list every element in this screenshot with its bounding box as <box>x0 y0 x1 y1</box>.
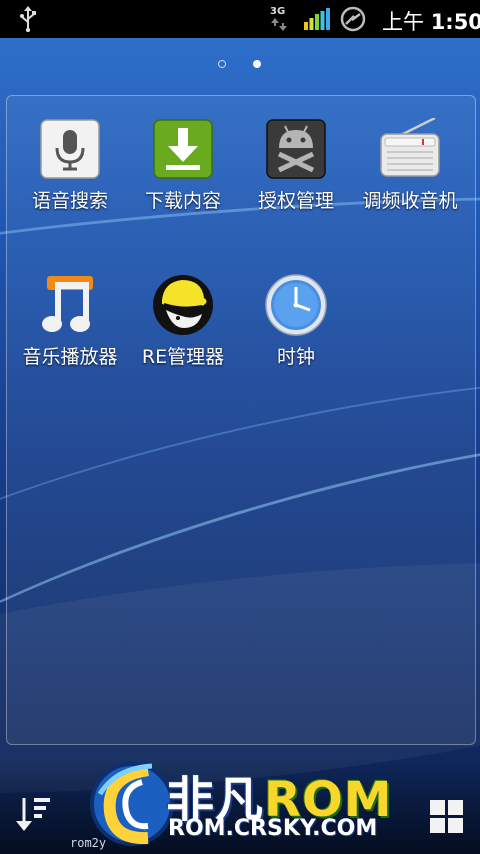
usb-icon <box>18 6 38 36</box>
sync-icon <box>340 6 366 36</box>
app-re-manager[interactable]: RE管理器 <box>125 274 241 369</box>
app-clock[interactable]: 时钟 <box>238 274 354 369</box>
page-dot[interactable] <box>218 60 226 68</box>
app-label: 语音搜索 <box>31 190 108 212</box>
watermark-url: ROM.CRSKY.COM <box>168 816 378 841</box>
page-indicator <box>0 60 480 72</box>
app-downloads[interactable]: 下载内容 <box>125 118 241 213</box>
sort-apps-icon[interactable] <box>14 796 52 836</box>
app-label: 下载内容 <box>144 190 221 212</box>
network-type-icon: 3G <box>270 7 290 36</box>
app-voice-search[interactable]: 语音搜索 <box>12 118 128 213</box>
app-fm-radio[interactable]: 调频收音机 <box>352 116 468 213</box>
app-label: 授权管理 <box>257 190 334 212</box>
redhat-fedora-icon <box>152 274 214 336</box>
page-dot-active[interactable] <box>253 60 261 68</box>
clock-period: 上午 <box>382 10 424 34</box>
clock-time: 1:50 <box>430 10 480 34</box>
app-label: 调频收音机 <box>362 190 458 212</box>
status-bar: 3G 上午 1:50 <box>0 0 480 38</box>
app-label: 时钟 <box>276 346 315 368</box>
app-music-player[interactable]: 音乐播放器 <box>12 274 128 369</box>
music-note-icon <box>39 274 101 336</box>
watermark-small-text: rom2y <box>70 836 107 850</box>
download-icon <box>152 118 214 180</box>
signal-strength-icon <box>304 8 330 34</box>
app-label: 音乐播放器 <box>22 346 118 368</box>
status-clock: 上午 1:50 <box>382 6 480 36</box>
superuser-android-icon <box>265 118 327 180</box>
app-superuser[interactable]: 授权管理 <box>238 118 354 213</box>
network-type-label: 3G <box>270 6 286 17</box>
microphone-icon <box>39 118 101 180</box>
watermark: 非凡ROM ROM.CRSKY.COM rom2y <box>70 752 406 852</box>
radio-icon <box>379 116 441 180</box>
app-label: RE管理器 <box>141 346 225 368</box>
apps-grid-icon[interactable] <box>430 800 464 838</box>
clock-icon <box>265 274 327 336</box>
